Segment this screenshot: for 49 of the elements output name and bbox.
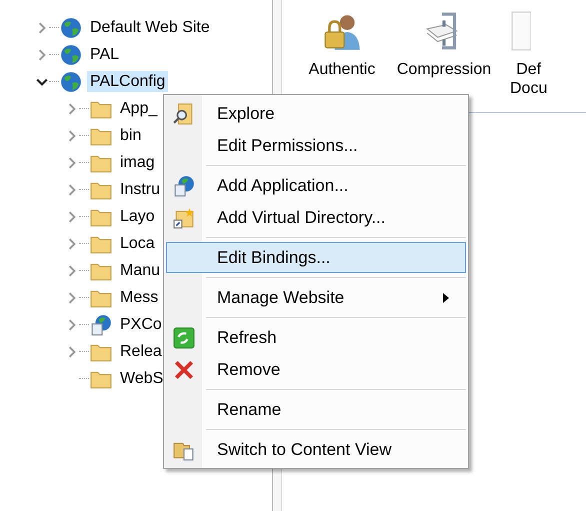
menu-item[interactable]: Remove bbox=[166, 354, 466, 385]
expand-chevron-icon[interactable] bbox=[66, 102, 78, 114]
menu-item[interactable]: Add Application... bbox=[166, 170, 466, 201]
globe-icon bbox=[60, 44, 82, 66]
menu-item[interactable]: Refresh bbox=[166, 322, 466, 353]
tree-item[interactable]: Layo bbox=[117, 206, 158, 227]
feature-label[interactable]: Compression bbox=[396, 60, 492, 79]
expand-chevron-icon[interactable] bbox=[66, 210, 78, 222]
menu-item[interactable]: Switch to Content View bbox=[166, 434, 466, 465]
menu-item[interactable]: Add Virtual Directory... bbox=[166, 202, 466, 233]
refresh-icon bbox=[173, 326, 195, 348]
expand-chevron-icon[interactable] bbox=[66, 156, 78, 168]
tree-item[interactable]: Mess bbox=[117, 287, 162, 308]
folder-shortcut-icon bbox=[173, 206, 195, 228]
tree-item[interactable]: Instru bbox=[117, 179, 164, 200]
tree-item[interactable]: PAL bbox=[87, 44, 122, 65]
menu-item[interactable]: Edit Permissions... bbox=[166, 130, 466, 161]
tree-item[interactable]: PXCo bbox=[117, 314, 165, 335]
globe-document-icon bbox=[90, 314, 112, 336]
menu-item[interactable]: Manage Website bbox=[166, 282, 466, 313]
globe-icon bbox=[60, 16, 82, 38]
expand-chevron-icon[interactable] bbox=[36, 22, 48, 34]
feature-label[interactable]: Def Docu bbox=[510, 60, 548, 98]
feature-label[interactable]: Authentic bbox=[308, 60, 376, 79]
expand-chevron-icon[interactable] bbox=[36, 48, 48, 60]
menu-item[interactable]: Edit Bindings... bbox=[166, 242, 466, 273]
menu-item[interactable]: Explore bbox=[166, 98, 466, 129]
expand-chevron-icon[interactable] bbox=[66, 238, 78, 250]
tree-item[interactable]: Manu bbox=[117, 260, 164, 281]
expand-chevron-icon[interactable] bbox=[66, 184, 78, 196]
expand-chevron-icon[interactable] bbox=[66, 318, 78, 330]
expand-chevron-icon[interactable] bbox=[66, 292, 78, 304]
tree-item[interactable]: App_ bbox=[117, 98, 160, 119]
tree-item[interactable]: WebS bbox=[117, 368, 166, 389]
expand-chevron-icon[interactable] bbox=[66, 346, 78, 358]
tree-item[interactable]: Loca bbox=[117, 233, 158, 254]
expand-chevron-icon[interactable] bbox=[66, 264, 78, 276]
close-icon bbox=[173, 358, 195, 380]
globe-document-icon bbox=[173, 174, 195, 196]
globe-icon bbox=[60, 70, 82, 92]
expand-chevron-icon[interactable] bbox=[66, 130, 78, 142]
tree-item[interactable]: Relea bbox=[117, 341, 165, 362]
tree-item[interactable]: Default Web Site bbox=[87, 17, 213, 38]
tree-item[interactable]: imag bbox=[117, 152, 158, 173]
tree-item[interactable]: PALConfig bbox=[87, 71, 168, 92]
menu-item[interactable]: Rename bbox=[166, 394, 466, 425]
tree-item[interactable]: bin bbox=[117, 125, 144, 146]
document-icon[interactable] bbox=[510, 10, 531, 52]
folder-magnifier-icon bbox=[173, 102, 195, 124]
